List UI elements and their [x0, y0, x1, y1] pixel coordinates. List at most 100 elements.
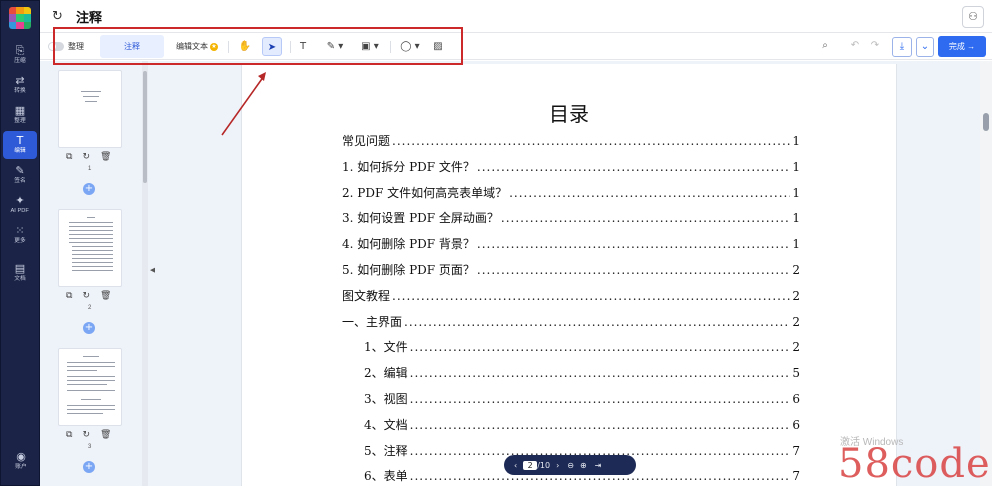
- toc-entry[interactable]: 2、编辑....................................…: [364, 364, 800, 381]
- rail-item-more-grid[interactable]: ⁙ 更多: [3, 221, 37, 249]
- toc-entry-title: 一、主界面: [342, 314, 403, 329]
- total-pages: /10: [537, 460, 551, 470]
- page-number: 1: [88, 166, 92, 172]
- rail-item-document[interactable]: ▤ 文档: [3, 259, 37, 287]
- rail-item-label: 压缩: [14, 58, 26, 64]
- toc-leader-dots: ........................................…: [476, 237, 790, 252]
- delete-icon[interactable]: 🗑: [100, 291, 111, 301]
- toc-entry-title: 图文教程: [342, 288, 391, 303]
- search-icon[interactable]: ⌕: [816, 37, 834, 57]
- zoom-out-icon[interactable]: ⊖: [567, 461, 574, 470]
- copy-icon[interactable]: ⧉: [66, 430, 72, 440]
- rail-item-edit-text[interactable]: T 编辑: [3, 131, 37, 159]
- toc-entry[interactable]: 4. 如何删除 PDF 背景？.........................…: [342, 235, 800, 252]
- rail-item-label: 编辑: [14, 148, 26, 154]
- toc-entry-title: 2. PDF 文件如何高亮表单域？: [342, 185, 508, 200]
- compress-icon: ⎘: [15, 44, 25, 57]
- page-thumbnail[interactable]: [58, 209, 122, 287]
- toc-entry[interactable]: 图文教程....................................…: [342, 287, 800, 304]
- document-scrollbar[interactable]: [980, 61, 992, 486]
- delete-icon[interactable]: 🗑: [100, 430, 111, 440]
- download-icon[interactable]: ⤓: [892, 37, 912, 57]
- copy-icon[interactable]: ⧉: [66, 152, 72, 162]
- rail-item-sign[interactable]: ✎ 签名: [3, 161, 37, 189]
- site-watermark: 58codes: [838, 441, 992, 487]
- toc-entry-title: 2、编辑: [364, 366, 408, 381]
- rail-item-label: 签名: [14, 178, 26, 184]
- toc-leader-dots: ........................................…: [409, 417, 791, 432]
- toc-entry[interactable]: 3、视图....................................…: [364, 390, 800, 407]
- toc-leader-dots: ........................................…: [409, 340, 791, 355]
- rotate-icon[interactable]: ↻: [82, 152, 90, 162]
- current-page-input[interactable]: 2: [523, 460, 538, 470]
- toc-leader-dots: ........................................…: [392, 288, 790, 303]
- pdf-page[interactable]: 目录 常见问题.................................…: [241, 64, 897, 486]
- convert-icon: ⇄: [15, 74, 25, 87]
- rotate-icon[interactable]: ↻: [82, 291, 90, 301]
- toc-entry-title: 3、视图: [364, 392, 408, 406]
- rail-item-ai-sparkle[interactable]: ✦ AI PDF: [3, 191, 37, 219]
- done-button[interactable]: 完成 →: [938, 36, 986, 57]
- page-title: 注释: [76, 9, 103, 25]
- undo-icon[interactable]: ↶: [846, 37, 864, 57]
- toc-entry-page: 5: [792, 366, 800, 381]
- page-thumbnail[interactable]: [58, 348, 122, 426]
- rail-item-label: AI PDF: [10, 208, 30, 214]
- page-number: 2: [88, 305, 92, 311]
- thumbnail-scrollbar[interactable]: [142, 61, 148, 486]
- document-icon: ▤: [14, 262, 26, 275]
- toc-entry-page: 1: [792, 134, 800, 148]
- toc-entry[interactable]: 2. PDF 文件如何高亮表单域？.......................…: [342, 184, 800, 201]
- fit-page-icon[interactable]: ⇥: [595, 461, 602, 470]
- toc-entry-title: 1. 如何拆分 PDF 文件？: [342, 159, 475, 174]
- toc-entry[interactable]: 4、文档....................................…: [364, 416, 800, 433]
- rail-item-convert[interactable]: ⇄ 转换: [3, 71, 37, 99]
- rail-item-label: 文档: [14, 276, 26, 282]
- toc-entry[interactable]: 3. 如何设置 PDF 全屏动画？.......................…: [342, 209, 800, 226]
- page-number: 3: [88, 444, 92, 450]
- prev-page-icon[interactable]: ‹: [514, 461, 517, 470]
- toc-entry-title: 3. 如何设置 PDF 全屏动画？: [342, 211, 499, 226]
- sign-icon: ✎: [15, 164, 25, 177]
- toc-leader-dots: ........................................…: [392, 134, 790, 148]
- copy-icon[interactable]: ⧉: [66, 291, 72, 301]
- user-icon[interactable]: ⚇: [962, 6, 984, 28]
- back-icon[interactable]: ↻: [52, 9, 70, 24]
- left-navigation-rail: ⎘ 压缩 ⇄ 转换 ▦ 整理 T 编辑 ✎ 签名 ✦ AI PDF ⁙ 更多 ▤ 文档 ◉ 账户: [0, 0, 40, 486]
- toc-entry-page: 6: [792, 392, 800, 406]
- page-navigator: ‹ 2 /10 › ⊖ ⊕ ⇥: [504, 455, 636, 475]
- zoom-in-icon[interactable]: ⊕: [580, 461, 587, 470]
- toc-entry-page: 2: [792, 288, 800, 303]
- page-thumbnail[interactable]: [58, 70, 122, 148]
- toc-entry[interactable]: 一、主界面...................................…: [342, 313, 800, 330]
- annotation-arrow: [221, 72, 266, 136]
- rail-item-label: 整理: [14, 118, 26, 124]
- next-page-icon[interactable]: ›: [556, 461, 559, 470]
- toc-entry-page: 1: [792, 185, 800, 200]
- redo-icon[interactable]: ↷: [866, 37, 884, 57]
- toc-entry[interactable]: 1、文件....................................…: [364, 338, 800, 355]
- rail-item-label: 账户: [15, 464, 27, 470]
- add-page-icon[interactable]: +: [83, 183, 95, 195]
- rail-item-account[interactable]: ◉ 账户: [4, 447, 38, 475]
- toc-entry[interactable]: 5. 如何删除 PDF 页面？.........................…: [342, 261, 800, 278]
- rotate-icon[interactable]: ↻: [82, 430, 90, 440]
- add-page-icon[interactable]: +: [83, 461, 95, 473]
- toc-entry-title: 4. 如何删除 PDF 背景？: [342, 237, 475, 252]
- add-page-icon[interactable]: +: [83, 322, 95, 334]
- rail-item-label: 更多: [14, 238, 26, 244]
- rail-item-organize[interactable]: ▦ 整理: [3, 101, 37, 129]
- rail-item-compress[interactable]: ⎘ 压缩: [3, 41, 37, 69]
- document-heading: 目录: [549, 102, 589, 126]
- toc-entry[interactable]: 1. 如何拆分 PDF 文件？.........................…: [342, 158, 800, 175]
- chevron-down-icon[interactable]: ⌄: [916, 37, 934, 57]
- toc-leader-dots: ........................................…: [476, 263, 790, 277]
- app-logo: [9, 7, 31, 29]
- toc-entry-title: 1、文件: [364, 340, 408, 355]
- delete-icon[interactable]: 🗑: [100, 152, 111, 162]
- toc-entry-title: 常见问题: [342, 134, 391, 148]
- toc-entry-page: 2: [792, 314, 800, 329]
- page-thumbnail-panel: ⧉ ↻ 🗑 1 + ⧉ ↻ 🗑 2 + ⧉ ↻ 🗑 3 + ◀: [40, 61, 155, 486]
- edit-text-icon: T: [16, 134, 24, 147]
- toc-entry[interactable]: 常见问题....................................…: [342, 132, 800, 149]
